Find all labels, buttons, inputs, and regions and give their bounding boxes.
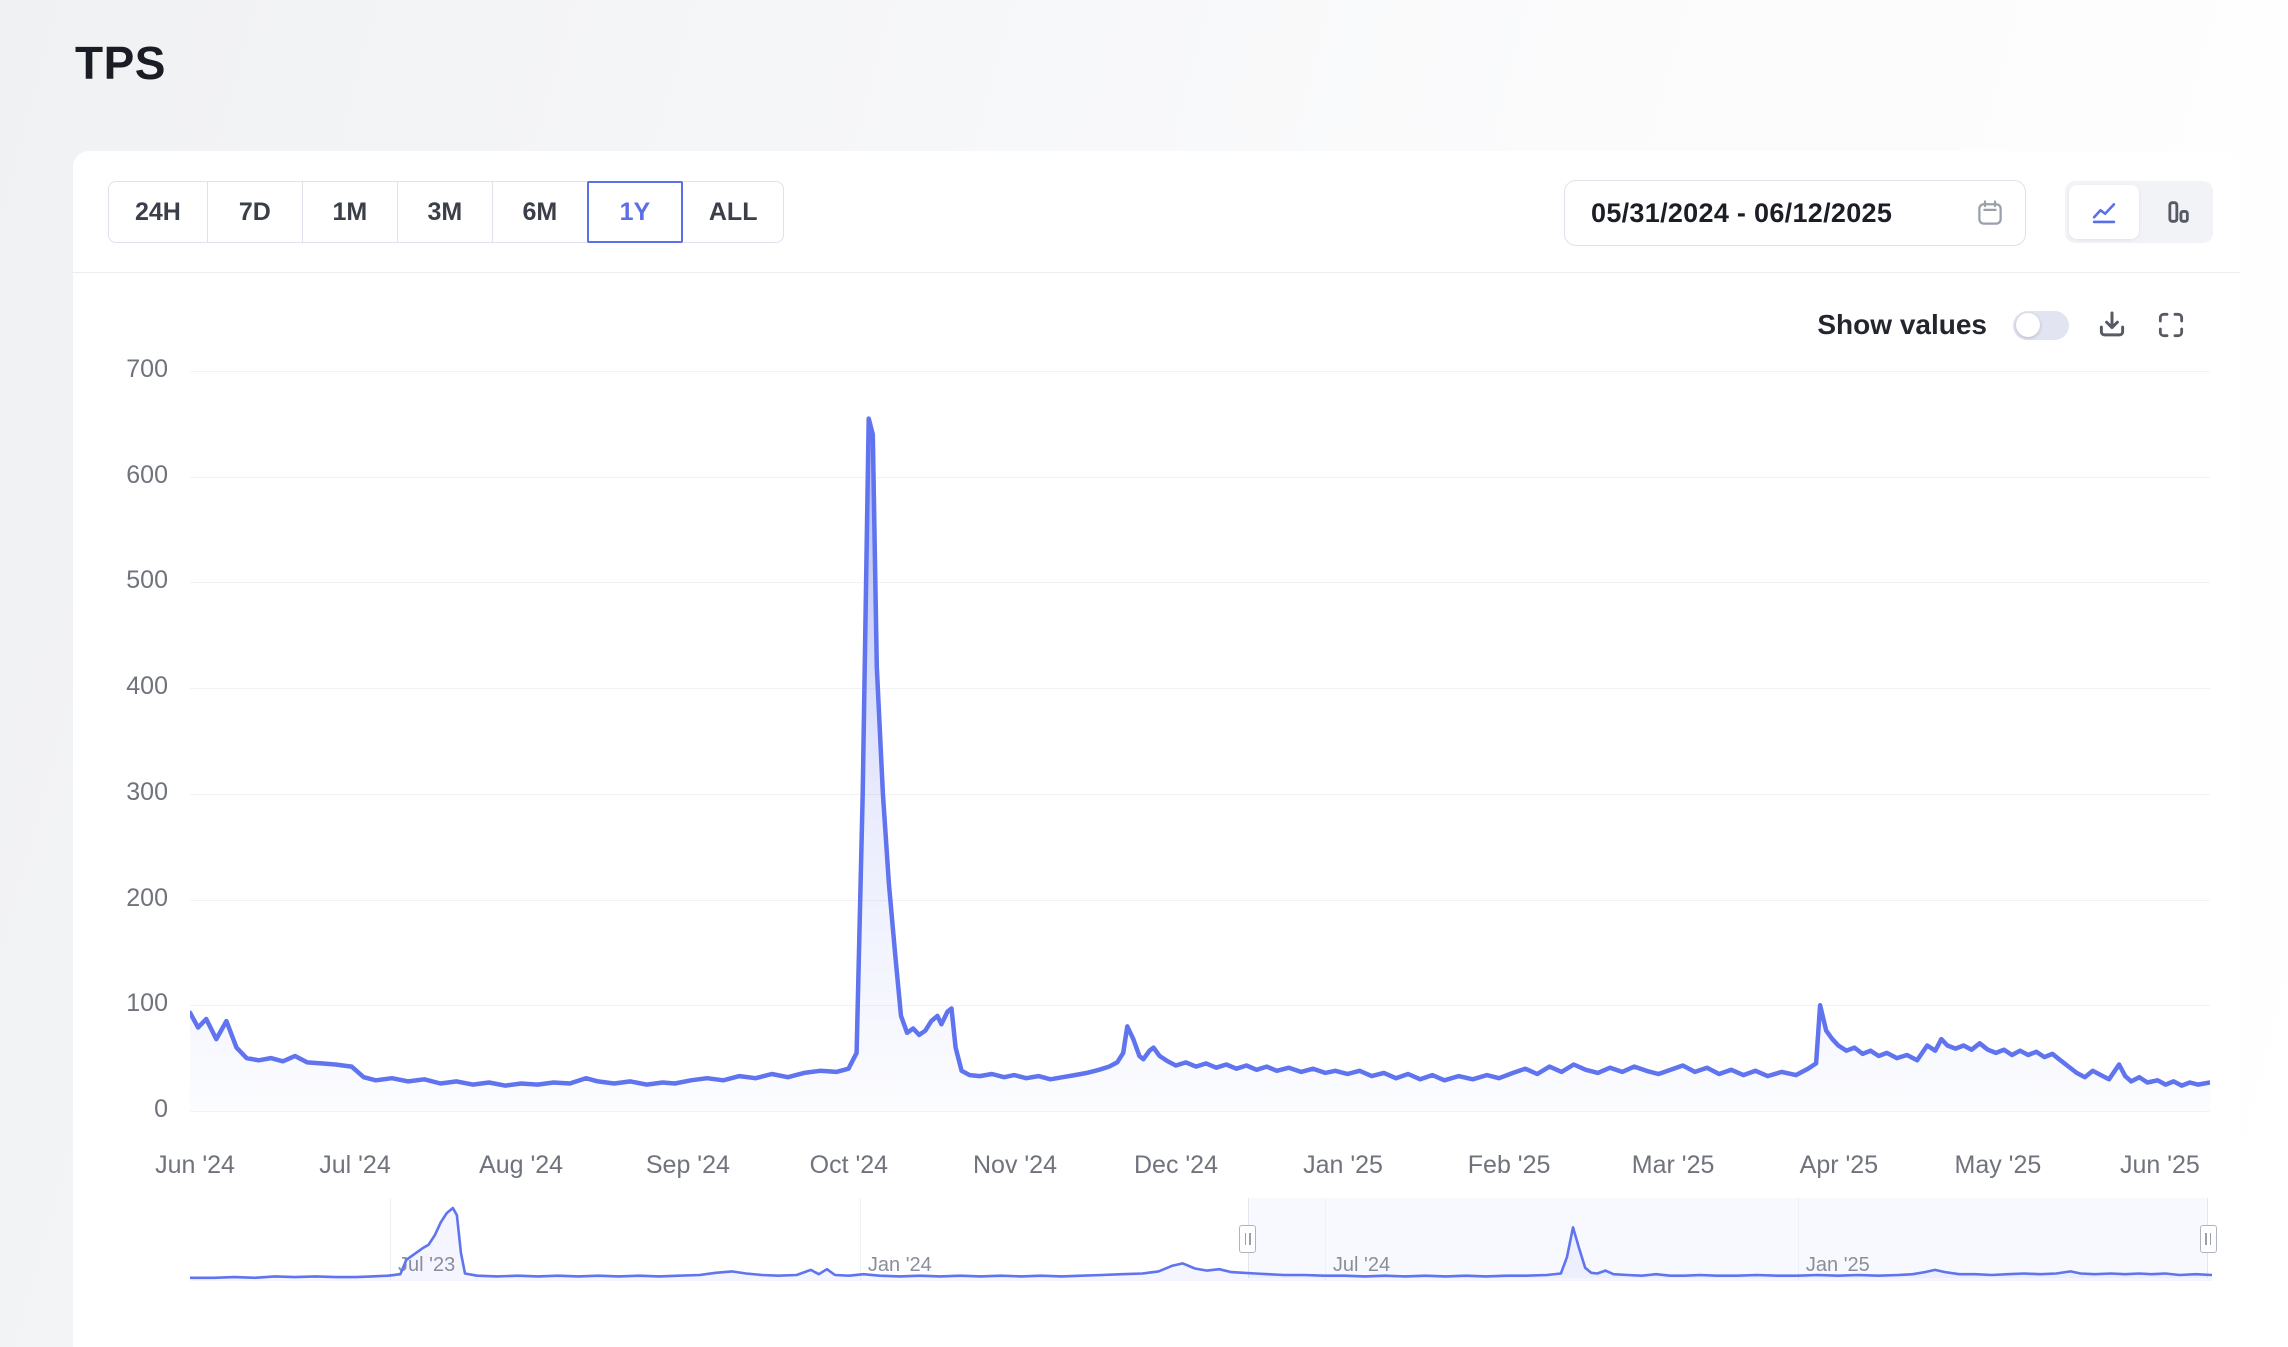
y-tick-200: 200 [88,884,168,913]
x-tick-Feb25: Feb '25 [1439,1151,1579,1180]
download-button[interactable] [2095,308,2129,342]
range-button-all[interactable]: ALL [682,181,785,243]
chart-navigator[interactable]: Jul '23Jan '24Jul '24Jan '25 [190,1198,2212,1284]
y-tick-300: 300 [88,778,168,807]
chart-card: 24H7D1M3M6M1YALL 05/31/2024 - 06/12/2025 [73,151,2240,1347]
x-tick-Jan25: Jan '25 [1273,1151,1413,1180]
range-button-3m[interactable]: 3M [397,181,493,243]
tps-area-fill [190,419,2210,1111]
y-tick-0: 0 [88,1095,168,1124]
range-button-24h[interactable]: 24H [108,181,208,243]
x-tick-Aug24: Aug '24 [451,1151,591,1180]
download-icon [2095,308,2129,342]
x-tick-Jun24: Jun '24 [125,1151,265,1180]
x-tick-Mar25: Mar '25 [1603,1151,1743,1180]
date-range-picker[interactable]: 05/31/2024 - 06/12/2025 [1564,180,2026,246]
toggle-knob [2016,313,2040,337]
fullscreen-button[interactable] [2155,309,2187,341]
range-button-7d[interactable]: 7D [207,181,303,243]
fullscreen-icon [2155,309,2187,341]
x-tick-Apr25: Apr '25 [1769,1151,1909,1180]
range-button-6m[interactable]: 6M [492,181,588,243]
y-tick-500: 500 [88,566,168,595]
x-tick-Oct24: Oct '24 [779,1151,919,1180]
x-tick-May25: May '25 [1928,1151,2068,1180]
navigator-line [190,1208,2212,1278]
range-button-1m[interactable]: 1M [302,181,398,243]
date-range-value: 05/31/2024 - 06/12/2025 [1591,198,1892,229]
page-title: TPS [75,36,166,90]
y-tick-700: 700 [88,355,168,384]
navigator-right-handle[interactable] [2200,1225,2217,1253]
chart-toolbar: Show values [1817,303,2187,347]
x-tick-Nov24: Nov '24 [945,1151,1085,1180]
calendar-icon [1975,198,2005,228]
line-view-button[interactable] [2069,185,2139,239]
line-chart-icon [2090,198,2118,226]
tps-line [190,419,2210,1086]
x-tick-Sep24: Sep '24 [618,1151,758,1180]
bar-view-button[interactable] [2143,185,2213,239]
chart-view-mode-switch [2065,181,2213,243]
range-button-1y[interactable]: 1Y [587,181,683,243]
x-tick-Jul24: Jul '24 [285,1151,425,1180]
show-values-toggle[interactable] [2013,311,2069,340]
y-tick-100: 100 [88,989,168,1018]
x-tick-Dec24: Dec '24 [1106,1151,1246,1180]
time-range-button-group: 24H7D1M3M6M1YALL [108,181,784,243]
bar-chart-icon [2164,198,2192,226]
y-tick-600: 600 [88,461,168,490]
gridline-y-0 [190,1111,2210,1112]
show-values-label: Show values [1817,309,1987,341]
y-tick-400: 400 [88,672,168,701]
x-tick-Jun25: Jun '25 [2090,1151,2230,1180]
navigator-left-handle[interactable] [1239,1225,1256,1253]
chart-card-header: 24H7D1M3M6M1YALL 05/31/2024 - 06/12/2025 [73,151,2240,273]
chart-canvas[interactable] [190,371,2210,1111]
